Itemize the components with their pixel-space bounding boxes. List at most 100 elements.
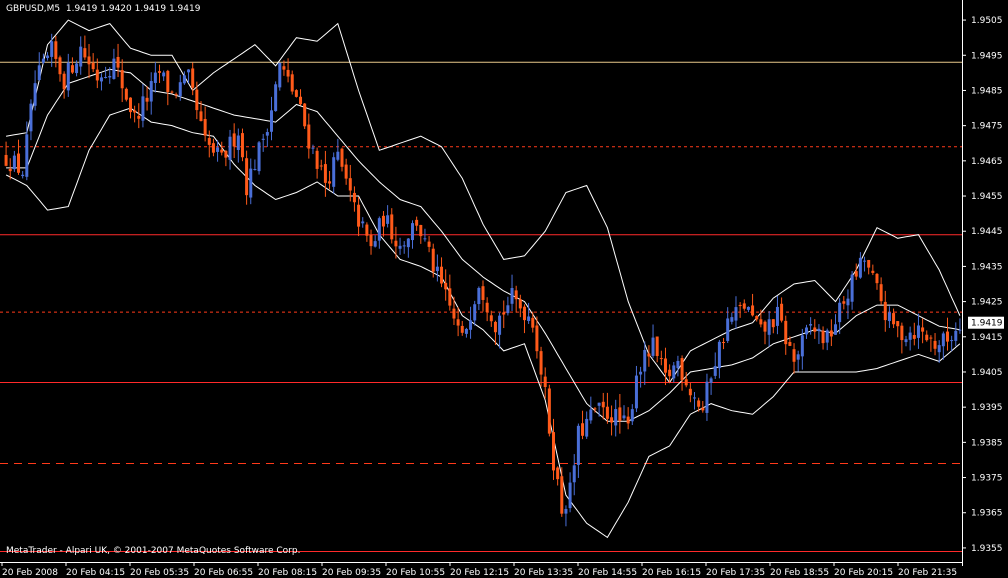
candle-body — [75, 63, 79, 74]
candle-body — [672, 365, 676, 379]
candle-body — [630, 409, 634, 422]
candle-body — [8, 168, 12, 172]
candle-body — [286, 69, 290, 77]
candle-body — [83, 48, 87, 58]
candle-body — [427, 241, 431, 247]
candle-body — [610, 417, 614, 423]
candle-body — [149, 81, 153, 102]
candle-body — [950, 340, 954, 342]
candle-body — [415, 219, 419, 226]
candles — [4, 33, 962, 527]
candle-body — [904, 339, 908, 343]
y-tick-label: 1.9435 — [971, 262, 1003, 272]
candle-body — [245, 158, 249, 196]
candle-body — [17, 153, 21, 173]
candle-body — [655, 336, 659, 357]
x-tick-label: 20 Feb 14:55 — [578, 568, 637, 578]
candle-body — [593, 408, 597, 410]
x-tick-label: 20 Feb 05:35 — [130, 568, 189, 578]
candle-body — [688, 388, 692, 396]
candle-body — [435, 266, 439, 272]
x-tick-label: 20 Feb 13:35 — [514, 568, 573, 578]
candle-body — [813, 327, 817, 332]
candle-body — [605, 406, 609, 419]
candle-body — [12, 155, 16, 170]
candle-body — [133, 110, 137, 113]
candle-body — [220, 149, 224, 153]
candle-body — [398, 245, 402, 249]
candle-body — [485, 302, 489, 313]
candle-body — [207, 138, 211, 145]
candle-body — [294, 90, 298, 97]
candle-body — [945, 331, 949, 342]
chart-canvas[interactable]: 1.9505 1.9495 1.9485 1.9475 1.9465 1.9455 1.94… — [0, 0, 1008, 578]
candle-body — [224, 150, 228, 158]
candle-body — [643, 350, 647, 372]
candle-body — [112, 58, 116, 79]
candle-body — [829, 330, 833, 337]
candle-body — [373, 241, 377, 247]
candle-body — [883, 301, 887, 321]
candle-body — [842, 301, 846, 304]
candle-body — [54, 41, 58, 59]
y-tick-label: 1.9415 — [971, 333, 1003, 343]
candle-body — [448, 288, 452, 306]
candle-body — [216, 147, 220, 152]
candle-body — [299, 96, 303, 105]
candle-body — [62, 73, 66, 90]
candle-body — [249, 168, 253, 198]
candle-body — [319, 165, 323, 167]
candle-body — [933, 340, 937, 349]
candle-body — [734, 307, 738, 321]
chart-header: GBPUSD,M5 1.9419 1.9420 1.9419 1.9419 — [6, 4, 200, 14]
candle-body — [751, 305, 755, 316]
candle-body — [626, 416, 630, 424]
x-tick-label: 20 Feb 21:35 — [898, 568, 957, 578]
candle-body — [348, 178, 352, 191]
candle-body — [825, 330, 829, 343]
candle-body — [128, 97, 132, 113]
x-tick-label: 20 Feb 20:15 — [834, 568, 893, 578]
candle-body — [601, 401, 605, 408]
candle-body — [406, 238, 410, 248]
candle-body — [166, 70, 170, 92]
candle-body — [502, 312, 506, 315]
candle-body — [4, 154, 8, 166]
symbol-label: GBPUSD,M5 — [6, 4, 61, 14]
y-tick-label: 1.9425 — [971, 298, 1003, 308]
candle-body — [21, 174, 25, 177]
candle-body — [647, 353, 651, 357]
y-tick-label: 1.9455 — [971, 192, 1003, 202]
candle-body — [498, 315, 502, 335]
candle-body — [232, 133, 236, 147]
candle-body — [560, 476, 564, 514]
candle-body — [452, 308, 456, 319]
candle-body — [108, 76, 112, 78]
candle-body — [838, 302, 842, 323]
candle-body — [191, 68, 195, 88]
y-tick-label: 1.9395 — [971, 403, 1003, 413]
x-tick-label: 20 Feb 17:35 — [706, 568, 765, 578]
candle-body — [361, 221, 365, 224]
candle-body — [912, 335, 916, 339]
candle-body — [775, 306, 779, 326]
candle-body — [390, 214, 394, 240]
candle-body — [46, 55, 50, 59]
candle-body — [344, 164, 348, 179]
candle-body — [460, 325, 464, 333]
candle-body — [456, 319, 460, 326]
candle-body — [539, 351, 543, 375]
candle-body — [755, 316, 759, 320]
candle-body — [386, 215, 390, 224]
ohlc-values: 1.9419 1.9420 1.9419 1.9419 — [65, 4, 201, 14]
candle-body — [37, 65, 41, 81]
candle-body — [70, 65, 74, 73]
candle-body — [693, 397, 697, 399]
candle-body — [821, 330, 825, 344]
candle-body — [323, 164, 327, 183]
candle-body — [552, 432, 556, 471]
candle-body — [871, 270, 875, 273]
candle-body — [261, 138, 265, 140]
candle-body — [937, 345, 941, 353]
candle-body — [896, 321, 900, 327]
